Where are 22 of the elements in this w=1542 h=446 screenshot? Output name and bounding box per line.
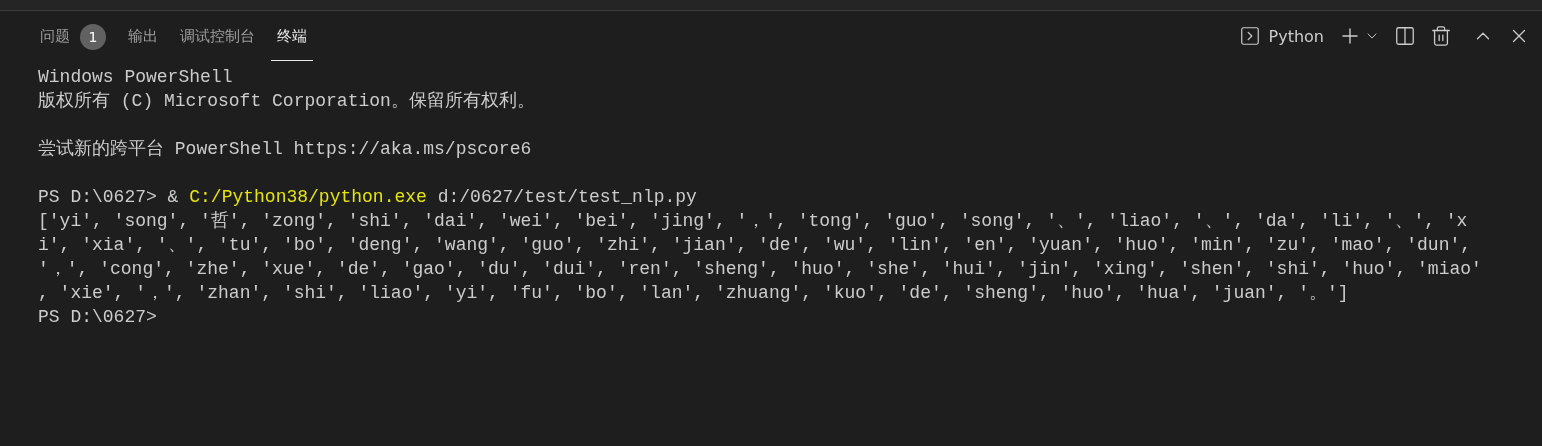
terminal-output-line: i', 'xia', '、', 'tu', 'bo', 'deng', 'wang', 'guo', 'zhi', 'jian', 'de', 'wu', 'lin', 'en', 'yuan', 'huo', 'min', 'zu', 'mao', 'dun',	[38, 235, 1472, 255]
panel-tab[interactable]: 输出	[122, 11, 164, 61]
program-path: C:/Python38/python.exe	[189, 187, 427, 207]
terminal-icon	[1238, 25, 1261, 47]
command-args: d:/0627/test/test_nlp.py	[436, 187, 697, 207]
terminal-output-line: ['yi', 'song', '哲', 'zong', 'shi', 'dai', 'wei', 'bei', 'jing', '，', 'tong', 'guo', 'song', '、', 'liao', '、', 'da', 'li', '、', 'x	[38, 211, 1468, 231]
panel-tab[interactable]: 问题 1	[34, 11, 112, 61]
delete-button[interactable]	[1430, 25, 1452, 47]
terminal-output-line: '，', 'cong', 'zhe', 'xue', 'de', 'gao', 'du', 'dui', 'ren', 'sheng', 'huo', 'she', 'hui', 'jin', 'xing', 'shen', 'shi', 'huo', 'miao'	[38, 259, 1482, 279]
split-button[interactable]	[1394, 25, 1416, 47]
count-badge: 1	[80, 23, 106, 50]
trash-icon	[1430, 25, 1452, 47]
terminal-output-line: PS D:\0627>	[38, 307, 157, 327]
terminal-output-line: Windows PowerShell	[38, 67, 233, 87]
split-icon	[1394, 25, 1416, 47]
terminal-output-line: , 'xie', '，', 'zhan', 'shi', 'liao', 'yi', 'fu', 'bo', 'lan', 'zhuang', 'kuo', 'de', 'sheng', 'huo', 'hua', 'juan', '。']	[38, 283, 1349, 303]
prompt-text: PS D:\0627> &	[38, 187, 180, 207]
terminal-shell-button[interactable]: Python	[1238, 25, 1324, 47]
terminal-output-line: 尝试新的跨平台 PowerShell https://aka.ms/pscore6	[38, 139, 532, 159]
panel-tab[interactable]: 终端	[271, 11, 313, 61]
terminal-output-line: 版权所有 (C) Microsoft Corporation。保留所有权利。	[38, 91, 535, 111]
panel-tab[interactable]: 调试控制台	[174, 11, 261, 61]
